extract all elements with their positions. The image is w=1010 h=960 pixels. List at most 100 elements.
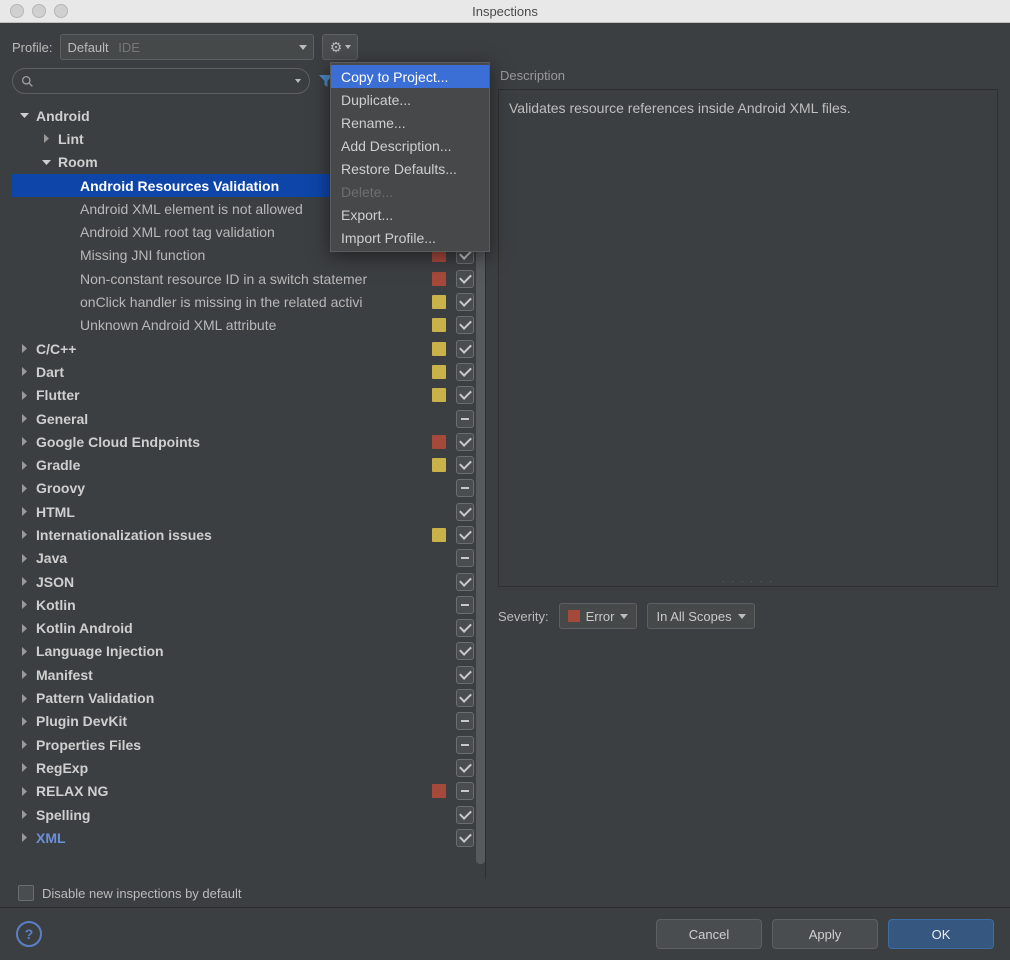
tree-row[interactable]: Manifest — [12, 663, 485, 686]
tree-item-label: Unknown Android XML attribute — [80, 317, 276, 333]
tree-row[interactable]: Internationalization issues — [12, 523, 485, 546]
chevron-right-icon[interactable] — [18, 484, 30, 493]
tree-row[interactable]: Non-constant resource ID in a switch sta… — [12, 267, 485, 290]
inspection-checkbox[interactable] — [456, 759, 474, 777]
tree-row[interactable]: Properties Files — [12, 733, 485, 756]
cancel-button[interactable]: Cancel — [656, 919, 762, 949]
chevron-right-icon[interactable] — [18, 787, 30, 796]
chevron-right-icon[interactable] — [18, 694, 30, 703]
tree-item-label: XML — [36, 830, 66, 846]
inspection-checkbox[interactable] — [456, 806, 474, 824]
profile-actions-menu[interactable]: Copy to Project...Duplicate...Rename...A… — [330, 62, 490, 252]
tree-item-label: Lint — [58, 131, 84, 147]
description-box: Validates resource references inside And… — [498, 89, 998, 587]
chevron-right-icon[interactable] — [18, 763, 30, 772]
chevron-right-icon[interactable] — [18, 344, 30, 353]
inspection-checkbox[interactable] — [456, 410, 474, 428]
tree-row[interactable]: XML — [12, 826, 485, 849]
menu-item[interactable]: Export... — [331, 203, 489, 226]
inspection-checkbox[interactable] — [456, 549, 474, 567]
menu-item[interactable]: Rename... — [331, 111, 489, 134]
menu-item[interactable]: Restore Defaults... — [331, 157, 489, 180]
tree-row[interactable]: RegExp — [12, 756, 485, 779]
inspection-checkbox[interactable] — [456, 456, 474, 474]
ok-button[interactable]: OK — [888, 919, 994, 949]
inspection-checkbox[interactable] — [456, 782, 474, 800]
inspection-checkbox[interactable] — [456, 526, 474, 544]
help-button[interactable]: ? — [16, 921, 42, 947]
tree-row[interactable]: JSON — [12, 570, 485, 593]
inspection-checkbox[interactable] — [456, 433, 474, 451]
profile-actions-button[interactable]: ⚙ — [322, 34, 358, 60]
chevron-right-icon[interactable] — [40, 134, 52, 143]
inspection-checkbox[interactable] — [456, 270, 474, 288]
chevron-right-icon[interactable] — [18, 507, 30, 516]
tree-row[interactable]: HTML — [12, 500, 485, 523]
tree-row[interactable]: onClick handler is missing in the relate… — [12, 290, 485, 313]
inspection-checkbox[interactable] — [456, 596, 474, 614]
chevron-right-icon[interactable] — [18, 461, 30, 470]
chevron-right-icon[interactable] — [18, 530, 30, 539]
inspection-checkbox[interactable] — [456, 736, 474, 754]
inspection-checkbox[interactable] — [456, 573, 474, 591]
inspection-checkbox[interactable] — [456, 386, 474, 404]
tree-row[interactable]: Kotlin Android — [12, 617, 485, 640]
tree-row[interactable]: Google Cloud Endpoints — [12, 430, 485, 453]
tree-row[interactable]: C/C++ — [12, 337, 485, 360]
chevron-right-icon[interactable] — [18, 414, 30, 423]
chevron-right-icon[interactable] — [18, 577, 30, 586]
tree-row[interactable]: Java — [12, 547, 485, 570]
chevron-right-icon[interactable] — [18, 367, 30, 376]
chevron-down-icon[interactable] — [40, 158, 52, 167]
severity-swatch-icon — [432, 388, 446, 402]
search-input[interactable] — [12, 68, 310, 94]
chevron-right-icon[interactable] — [18, 670, 30, 679]
tree-row[interactable]: Plugin DevKit — [12, 710, 485, 733]
tree-row[interactable]: Groovy — [12, 477, 485, 500]
menu-item[interactable]: Import Profile... — [331, 226, 489, 249]
tree-row[interactable]: Gradle — [12, 453, 485, 476]
chevron-right-icon[interactable] — [18, 810, 30, 819]
tree-row[interactable]: Flutter — [12, 384, 485, 407]
tree-item-label: Java — [36, 550, 67, 566]
inspection-checkbox[interactable] — [456, 689, 474, 707]
menu-item[interactable]: Duplicate... — [331, 88, 489, 111]
chevron-right-icon[interactable] — [18, 740, 30, 749]
chevron-right-icon[interactable] — [18, 624, 30, 633]
inspection-checkbox[interactable] — [456, 340, 474, 358]
chevron-right-icon[interactable] — [18, 437, 30, 446]
chevron-right-icon[interactable] — [18, 554, 30, 563]
tree-row[interactable]: Spelling — [12, 803, 485, 826]
inspection-checkbox[interactable] — [456, 479, 474, 497]
severity-select[interactable]: Error — [559, 603, 638, 629]
menu-item[interactable]: Copy to Project... — [331, 65, 489, 88]
chevron-down-icon[interactable] — [18, 111, 30, 120]
scope-select[interactable]: In All Scopes — [647, 603, 754, 629]
resize-handle[interactable]: · · · · · · — [722, 576, 775, 586]
tree-row[interactable]: RELAX NG — [12, 780, 485, 803]
chevron-right-icon[interactable] — [18, 647, 30, 656]
tree-row[interactable]: Pattern Validation — [12, 686, 485, 709]
profile-select[interactable]: Default IDE — [60, 34, 314, 60]
chevron-right-icon[interactable] — [18, 391, 30, 400]
tree-row[interactable]: Dart — [12, 360, 485, 383]
inspection-checkbox[interactable] — [456, 642, 474, 660]
inspection-checkbox[interactable] — [456, 619, 474, 637]
tree-row[interactable]: Language Injection — [12, 640, 485, 663]
inspection-checkbox[interactable] — [456, 503, 474, 521]
tree-row[interactable]: Unknown Android XML attribute — [12, 314, 485, 337]
chevron-right-icon[interactable] — [18, 833, 30, 842]
apply-button[interactable]: Apply — [772, 919, 878, 949]
disable-new-checkbox[interactable] — [18, 885, 34, 901]
inspection-checkbox[interactable] — [456, 712, 474, 730]
tree-row[interactable]: Kotlin — [12, 593, 485, 616]
inspection-checkbox[interactable] — [456, 293, 474, 311]
menu-item[interactable]: Add Description... — [331, 134, 489, 157]
inspection-checkbox[interactable] — [456, 666, 474, 684]
inspection-checkbox[interactable] — [456, 363, 474, 381]
tree-row[interactable]: General — [12, 407, 485, 430]
inspection-checkbox[interactable] — [456, 829, 474, 847]
inspection-checkbox[interactable] — [456, 316, 474, 334]
chevron-right-icon[interactable] — [18, 600, 30, 609]
chevron-right-icon[interactable] — [18, 717, 30, 726]
